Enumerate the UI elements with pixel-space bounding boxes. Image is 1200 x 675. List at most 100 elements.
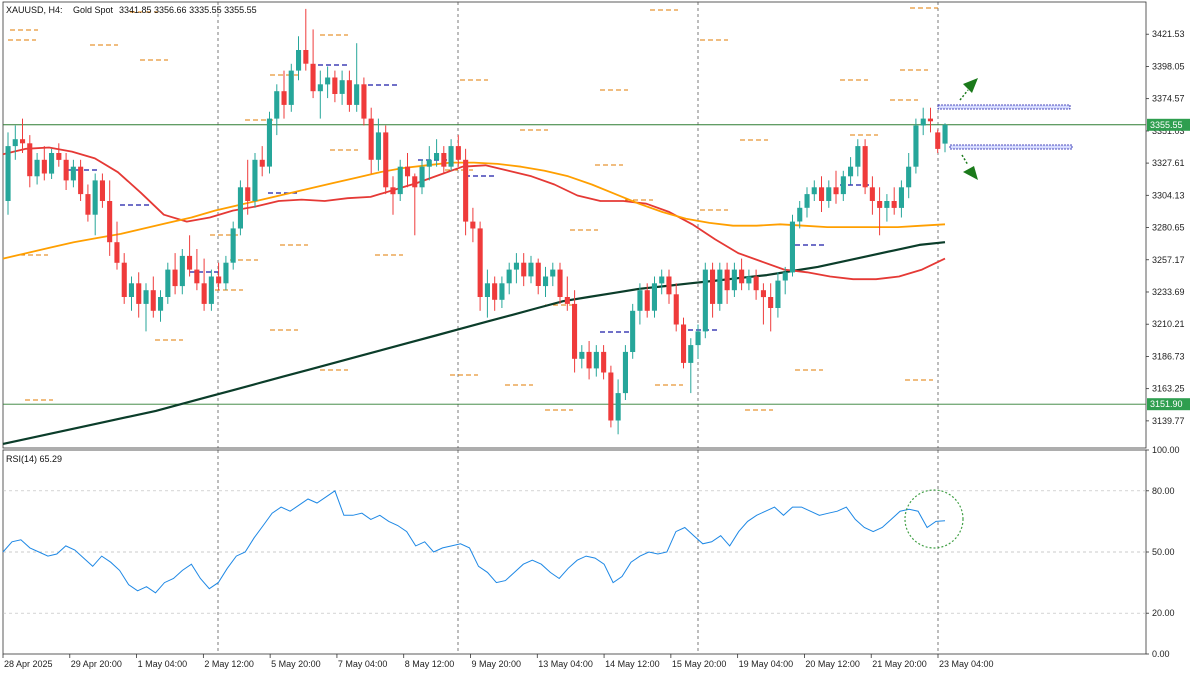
candle-body	[143, 290, 149, 304]
candle-body	[237, 187, 243, 229]
candle-body	[782, 272, 788, 281]
candle-body	[128, 283, 134, 297]
candle-body	[49, 153, 55, 174]
candle-body	[194, 269, 200, 284]
candle-body	[593, 351, 599, 369]
candle-body	[695, 331, 701, 346]
candle-body	[630, 310, 636, 352]
candle-body	[935, 132, 941, 149]
ohlc-label: 3341.85 3356.66 3335.55 3355.55	[119, 5, 257, 15]
candle-body	[121, 262, 127, 297]
candle-body	[717, 269, 723, 304]
candle-body	[746, 276, 752, 284]
candle-body	[346, 80, 352, 105]
rsi-tick-label: 0.00	[1152, 649, 1170, 659]
time-tick-label: 29 Apr 20:00	[71, 659, 122, 669]
main-pane-frame	[2, 1, 1147, 449]
candle-body	[165, 269, 171, 297]
candle-body	[390, 187, 396, 195]
candle-body	[419, 166, 425, 188]
time-tick-label: 1 May 04:00	[138, 659, 188, 669]
time-tick-label: 5 May 20:00	[271, 659, 321, 669]
candle-body	[361, 84, 367, 119]
candle-body	[819, 187, 825, 201]
candle-body	[811, 187, 817, 195]
candle-body	[608, 372, 614, 421]
candle-body	[310, 63, 316, 92]
candle-body	[172, 269, 178, 287]
candle-body	[455, 146, 461, 160]
candle-body	[557, 269, 563, 297]
candle-body	[615, 393, 621, 421]
candle-body	[296, 50, 302, 71]
candle-body	[586, 351, 592, 369]
candle-body	[927, 118, 933, 122]
price-tick-label: 3186.73	[1152, 351, 1185, 361]
time-tick-label: 15 May 20:00	[672, 659, 727, 669]
candle-body	[405, 166, 411, 177]
candle-body	[681, 324, 687, 363]
candle-body	[753, 276, 759, 291]
candle-body	[56, 153, 62, 160]
candle-body	[579, 351, 585, 359]
rsi-highlight-circle	[904, 489, 964, 549]
candle-body	[463, 159, 469, 222]
current-price-label: 3355.55	[1150, 120, 1183, 130]
candle-body	[245, 187, 251, 201]
description-label: Gold Spot	[73, 5, 114, 15]
candle-body	[775, 280, 781, 308]
candle-body	[513, 262, 519, 270]
ma-fast-line	[2, 161, 946, 260]
candle-body	[99, 180, 105, 201]
candle-body	[325, 77, 331, 85]
time-tick-label: 2 May 12:00	[204, 659, 254, 669]
time-tick-label: 21 May 20:00	[872, 659, 927, 669]
time-tick-label: 28 Apr 2025	[4, 659, 53, 669]
price-tick-label: 3398.05	[1152, 61, 1185, 71]
candle-body	[317, 84, 323, 92]
up-arrow-shaft	[959, 89, 969, 101]
candle-body	[368, 118, 374, 160]
price-chart[interactable]: 3421.533398.053374.573351.033327.613304.…	[0, 0, 1200, 675]
price-tick-label: 3257.17	[1152, 255, 1185, 265]
candle-body	[688, 345, 694, 363]
candle-body	[637, 290, 643, 311]
candle-body	[208, 276, 214, 304]
candle-body	[281, 91, 287, 105]
candle-body	[179, 255, 185, 287]
rsi-tick-label: 80.00	[1152, 486, 1175, 496]
candle-body	[535, 262, 541, 286]
candle-body	[855, 146, 861, 167]
candle-body	[158, 297, 164, 311]
candle-body	[303, 50, 309, 64]
candle-body	[739, 269, 745, 284]
candle-body	[70, 166, 76, 181]
candle-body	[898, 187, 904, 208]
candle-body	[434, 153, 440, 160]
candle-body	[724, 269, 730, 291]
candle-body	[63, 159, 69, 181]
candle-body	[274, 91, 280, 119]
candle-body	[20, 139, 26, 144]
price-tick-label: 3374.57	[1152, 94, 1185, 104]
candle-body	[804, 194, 810, 208]
candle-body	[477, 228, 483, 297]
candle-body	[12, 139, 18, 147]
candle-body	[259, 159, 265, 167]
candle-body	[521, 262, 527, 277]
candle-body	[354, 84, 360, 105]
candle-body	[484, 283, 490, 297]
candle-body	[41, 159, 47, 174]
candle-body	[426, 159, 432, 167]
candle-body	[216, 276, 222, 284]
candle-body	[833, 187, 839, 195]
candle-body	[187, 255, 193, 270]
rsi-tick-label: 50.00	[1152, 547, 1175, 557]
candle-body	[114, 242, 120, 263]
candle-body	[506, 269, 512, 284]
candle-body	[710, 269, 716, 304]
candle-body	[230, 228, 236, 263]
candle-body	[397, 166, 403, 195]
candle-body	[550, 269, 556, 277]
candle-body	[266, 118, 272, 167]
